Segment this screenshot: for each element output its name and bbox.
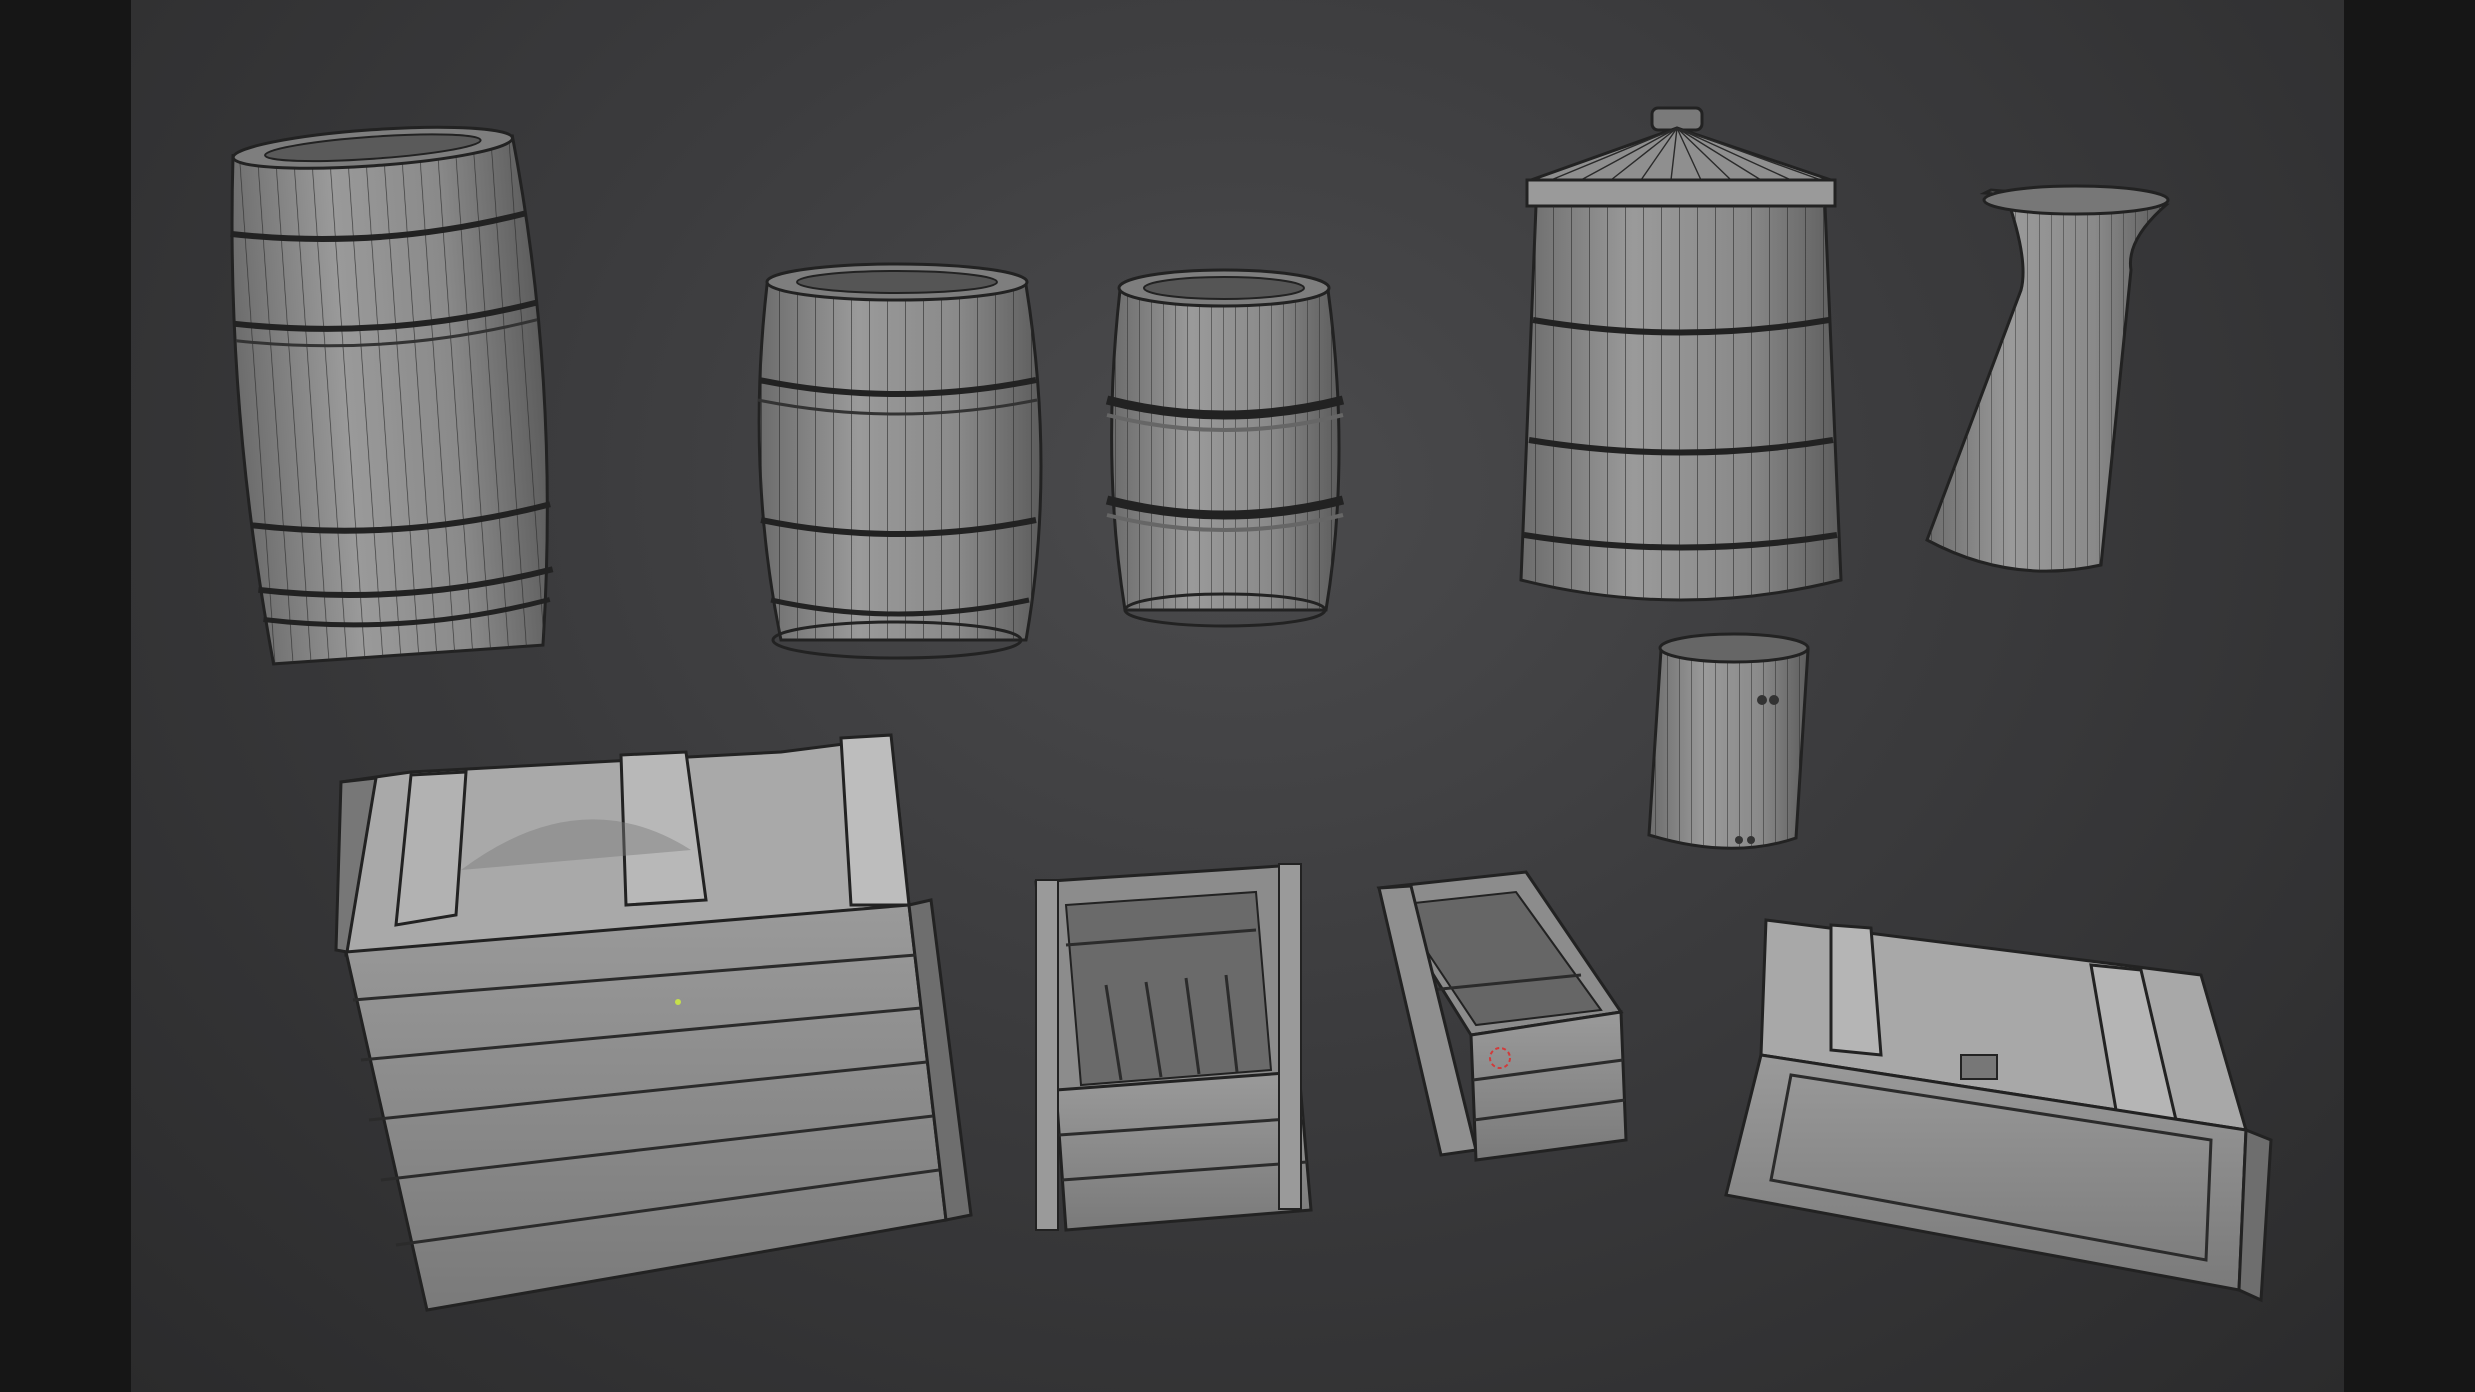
latch-icon[interactable] [1960,1054,1998,1080]
left-letterbox [0,0,131,1392]
open-crate[interactable] [1034,863,1313,1232]
long-chest-with-latch[interactable] [1724,918,2273,1303]
barrel-medium[interactable] [757,262,1043,660]
3d-viewport[interactable] [131,0,2344,1392]
app-frame [0,0,2475,1392]
small-bucket[interactable] [1647,632,1810,850]
viewport-scene[interactable] [131,0,2344,1392]
lidded-tank[interactable] [1519,106,1843,602]
large-crate-closed[interactable] [334,733,973,1312]
barrel-small-hooped[interactable] [1105,268,1345,628]
barrel-large-tilted[interactable] [221,119,562,666]
small-open-crate[interactable] [1376,870,1628,1162]
tall-pitcher[interactable] [1925,184,2170,573]
origin-dot-icon [675,999,681,1005]
right-letterbox [2344,0,2475,1392]
